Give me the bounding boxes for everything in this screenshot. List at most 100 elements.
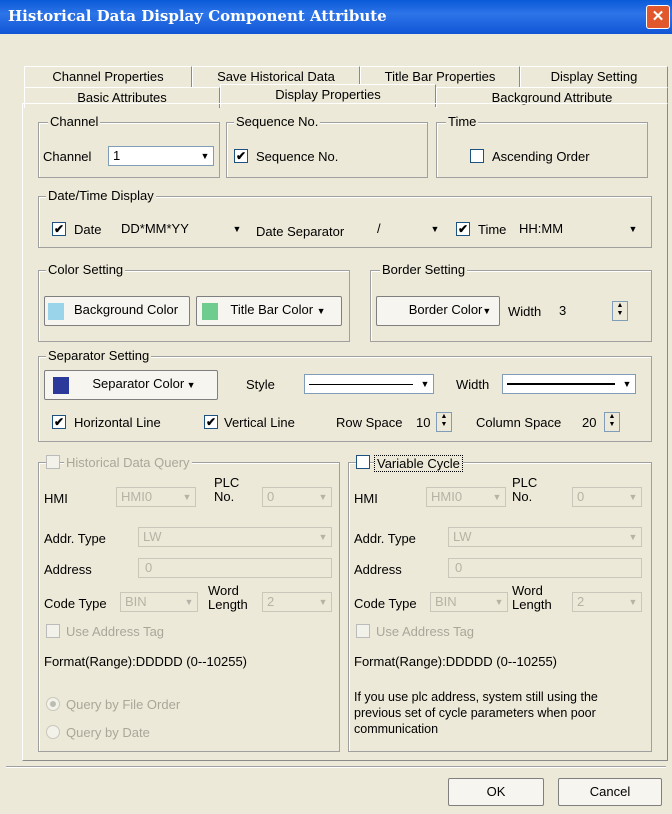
line-style-preview (309, 384, 413, 385)
query-plc-label-2: No. (214, 489, 235, 504)
var-code-type-select[interactable]: BIN ▼ (430, 592, 508, 612)
channel-select[interactable]: 1 ▼ (108, 146, 214, 166)
query-code-type-value: BIN (125, 594, 147, 609)
chevron-down-icon: ▼ (200, 151, 210, 161)
row-space-spinner[interactable]: ▲ ▼ (436, 412, 452, 432)
separator-color-swatch (53, 377, 69, 394)
date-checkbox[interactable]: ✔ (52, 222, 66, 236)
query-address-input[interactable]: 0 (138, 558, 332, 578)
query-hmi-label: HMI (44, 491, 68, 506)
column-space-label: Column Space (476, 415, 562, 430)
border-width-label: Width (508, 304, 542, 319)
chevron-down-icon: ▼ (318, 532, 328, 542)
chevron-down-icon: ▼ (318, 492, 328, 502)
query-plc-label-1: PLC (214, 475, 240, 490)
separator-color-button[interactable]: Separator Color ▼ (44, 370, 218, 400)
query-use-tag-checkbox[interactable] (46, 624, 60, 638)
var-address-input[interactable]: 0 (448, 558, 642, 578)
separator-style-label: Style (246, 377, 275, 392)
title-bar-color-swatch (202, 303, 218, 320)
query-by-file-radio[interactable] (46, 697, 60, 711)
query-use-tag-label: Use Address Tag (66, 624, 165, 639)
query-address-label: Address (44, 562, 92, 577)
query-addr-type-value: LW (143, 529, 162, 544)
datetime-legend: Date/Time Display (46, 188, 156, 203)
chevron-down-icon: ▼ (628, 492, 638, 502)
query-code-type-select[interactable]: BIN ▼ (120, 592, 198, 612)
query-word-length-select[interactable]: 2 ▼ (262, 592, 332, 612)
var-plc-value: 0 (577, 489, 585, 504)
channel-label: Channel (43, 149, 92, 164)
sequence-checkbox[interactable]: ✔ (234, 149, 248, 163)
horizontal-line-checkbox[interactable]: ✔ (52, 415, 66, 429)
date-format-select[interactable]: DD*MM*YY ▼ (116, 219, 246, 239)
channel-legend: Channel (48, 114, 101, 129)
vertical-line-checkbox[interactable]: ✔ (204, 415, 218, 429)
separator-width-select[interactable]: ▼ (502, 374, 636, 394)
tab-display-setting[interactable]: Display Setting (520, 66, 668, 87)
query-by-date-radio[interactable] (46, 725, 60, 739)
border-setting-legend: Border Setting (380, 262, 468, 277)
var-plc-select[interactable]: 0 ▼ (572, 487, 642, 507)
query-plc-label: PLC No. (214, 476, 239, 504)
var-addr-type-select[interactable]: LW ▼ (448, 527, 642, 547)
query-code-type-label: Code Type (44, 596, 107, 611)
line-width-preview (507, 383, 615, 385)
date-label: Date (74, 222, 102, 237)
ok-button[interactable]: OK (448, 778, 544, 806)
query-format-text: Format(Range):DDDDD (0--10255) (44, 654, 247, 669)
column-space-spinner[interactable]: ▲ ▼ (604, 412, 620, 432)
time-checkbox[interactable]: ✔ (456, 222, 470, 236)
time-legend: Time (446, 114, 479, 129)
separator-color-label: Separator Color (92, 376, 185, 391)
window-title: Historical Data Display Component Attrib… (8, 7, 387, 25)
variable-cycle-checkbox[interactable] (356, 455, 370, 469)
tab-channel-properties[interactable]: Channel Properties (24, 66, 192, 87)
var-hmi-select[interactable]: HMI0 ▼ (426, 487, 506, 507)
query-by-date-label: Query by Date (66, 725, 150, 740)
horizontal-line-label: Horizontal Line (74, 415, 161, 430)
vertical-line-label: Vertical Line (224, 415, 295, 430)
var-hmi-value: HMI0 (431, 489, 463, 504)
chevron-down-icon: ▼ (184, 597, 194, 607)
chevron-down-icon: ▼ (628, 597, 638, 607)
ascending-order-checkbox[interactable] (470, 149, 484, 163)
column-space-input[interactable]: 20 (582, 415, 596, 430)
var-word-length-value: 2 (577, 594, 585, 609)
chevron-down-icon: ▼ (494, 597, 504, 607)
row-space-input[interactable]: 10 (416, 415, 430, 430)
query-word-label-1: Word (208, 583, 239, 598)
historical-query-checkbox[interactable] (46, 455, 60, 469)
border-width-spinner[interactable]: ▲ ▼ (612, 301, 628, 321)
query-plc-value: 0 (267, 489, 275, 504)
time-label: Time (478, 222, 507, 237)
time-format-select[interactable]: HH:MM ▼ (514, 219, 642, 239)
var-plc-label-2: No. (512, 489, 533, 504)
query-plc-select[interactable]: 0 ▼ (262, 487, 332, 507)
sequence-legend: Sequence No. (234, 114, 321, 129)
query-addr-type-select[interactable]: LW ▼ (138, 527, 332, 547)
time-format-value: HH:MM (519, 221, 564, 236)
var-hmi-label: HMI (354, 491, 378, 506)
separator-style-select[interactable]: ▼ (304, 374, 434, 394)
sequence-checkbox-label: Sequence No. (256, 149, 339, 164)
cancel-button[interactable]: Cancel (558, 778, 662, 806)
close-icon[interactable]: ✕ (646, 5, 670, 29)
border-color-button[interactable]: Border Color▼ (376, 296, 500, 326)
var-plc-label: PLC No. (512, 476, 537, 504)
var-addr-type-label: Addr. Type (354, 531, 416, 546)
channel-value: 1 (113, 148, 121, 163)
var-word-length-select[interactable]: 2 ▼ (572, 592, 642, 612)
date-separator-label: Date Separator (256, 224, 345, 239)
title-bar-color-button[interactable]: Title Bar Color ▼ (196, 296, 342, 326)
background-color-button[interactable]: Background Color (44, 296, 190, 326)
query-hmi-select[interactable]: HMI0 ▼ (116, 487, 196, 507)
date-separator-select[interactable]: / ▼ (372, 219, 444, 239)
query-by-file-label: Query by File Order (66, 697, 181, 712)
border-color-label: Border Color (408, 302, 483, 317)
var-use-tag-checkbox[interactable] (356, 624, 370, 638)
chevron-down-icon: ▼ (628, 532, 638, 542)
date-format-value: DD*MM*YY (121, 221, 189, 236)
chevron-down-icon: ▼ (430, 224, 440, 234)
border-width-input[interactable]: 3 (552, 301, 612, 321)
